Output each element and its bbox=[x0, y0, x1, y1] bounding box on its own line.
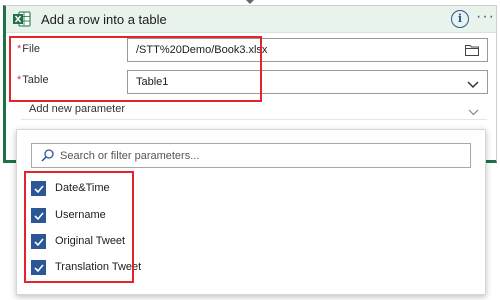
param-option-label: Translation Tweet bbox=[55, 261, 142, 273]
parameter-dropdown: Date&Time Username Original Tweet Transl… bbox=[16, 129, 486, 295]
card-header[interactable]: Add a row into a table i ··· bbox=[6, 6, 496, 33]
param-option-label: Original Tweet bbox=[55, 235, 126, 247]
file-input[interactable]: /STT%20Demo/Book3.xlsx bbox=[127, 38, 488, 62]
chevron-down-icon[interactable] bbox=[467, 78, 479, 89]
file-input-value: /STT%20Demo/Book3.xlsx bbox=[136, 44, 268, 56]
table-label-text: Table bbox=[22, 74, 49, 86]
add-new-parameter[interactable]: Add new parameter bbox=[21, 98, 487, 120]
table-select[interactable]: Table1 bbox=[127, 70, 488, 94]
param-option-datetime[interactable]: Date&Time bbox=[31, 180, 171, 200]
table-label: *Table bbox=[17, 74, 49, 86]
more-options-icon[interactable]: ··· bbox=[476, 8, 494, 26]
search-icon bbox=[41, 149, 54, 162]
folder-icon[interactable] bbox=[465, 44, 479, 56]
file-label-text: File bbox=[22, 43, 41, 55]
checkbox-checked[interactable] bbox=[31, 208, 46, 223]
required-marker: * bbox=[17, 43, 22, 55]
add-new-parameter-label: Add new parameter bbox=[29, 103, 125, 115]
search-box[interactable] bbox=[31, 143, 471, 168]
param-option-original-tweet[interactable]: Original Tweet bbox=[31, 233, 171, 253]
excel-icon bbox=[13, 11, 31, 27]
param-option-label: Username bbox=[55, 209, 106, 221]
checkbox-checked[interactable] bbox=[31, 234, 46, 249]
param-option-label: Date&Time bbox=[55, 182, 110, 194]
param-option-translation-tweet[interactable]: Translation Tweet bbox=[31, 259, 171, 279]
checkbox-checked[interactable] bbox=[31, 260, 46, 275]
checkbox-checked[interactable] bbox=[31, 181, 46, 196]
required-marker: * bbox=[17, 74, 22, 86]
card-title: Add a row into a table bbox=[41, 12, 167, 27]
param-option-username[interactable]: Username bbox=[31, 207, 171, 227]
table-select-value: Table1 bbox=[136, 76, 169, 88]
chevron-down-icon[interactable] bbox=[468, 105, 479, 116]
info-icon[interactable]: i bbox=[451, 10, 469, 28]
search-input[interactable] bbox=[60, 145, 460, 166]
file-label: *File bbox=[17, 43, 40, 55]
